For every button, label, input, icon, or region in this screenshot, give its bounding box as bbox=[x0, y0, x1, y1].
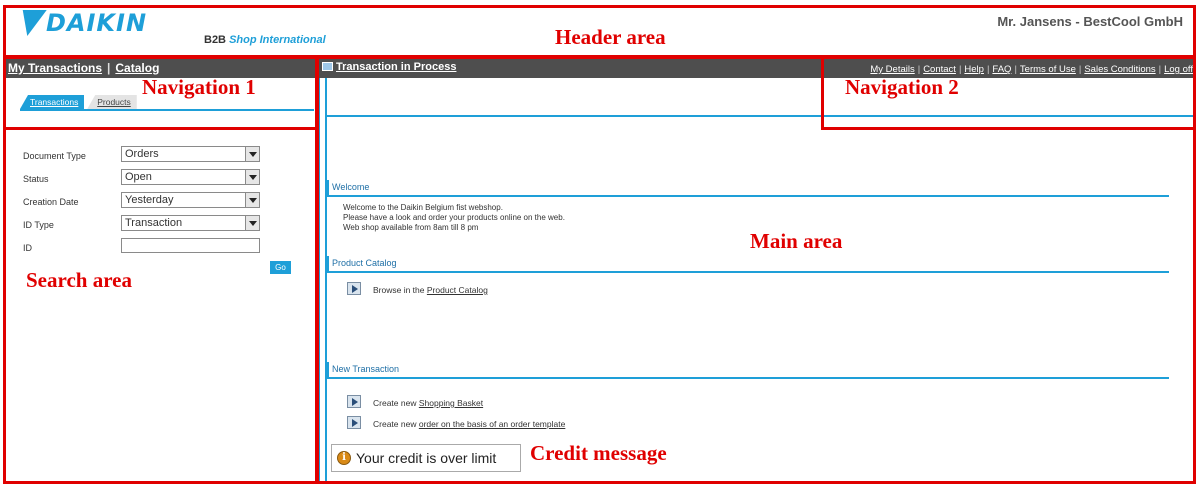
search-area-box bbox=[3, 127, 318, 484]
header-area-label: Header area bbox=[555, 25, 666, 49]
navigation-1-label: Navigation 1 bbox=[142, 75, 256, 99]
search-area-label: Search area bbox=[26, 268, 132, 292]
main-area-label: Main area bbox=[750, 229, 843, 253]
navigation-2-label: Navigation 2 bbox=[845, 75, 959, 99]
credit-message-label: Credit message bbox=[530, 441, 667, 465]
